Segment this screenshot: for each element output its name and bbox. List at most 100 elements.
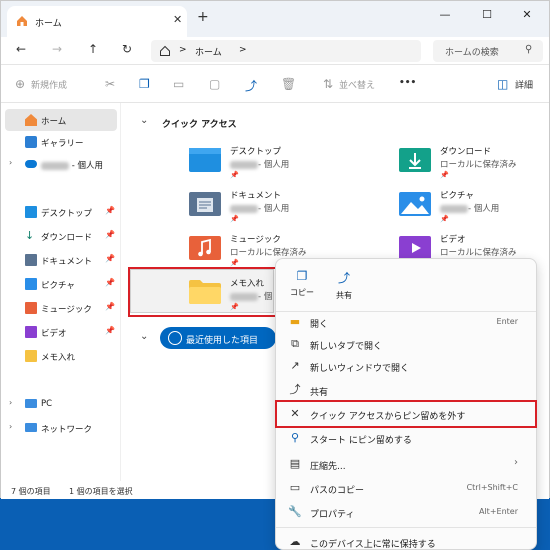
sidebar-item-documents[interactable]: ドキュメント 📌 bbox=[5, 249, 117, 271]
menu-item-open-new-window[interactable]: ↗ 新しいウィンドウで開く bbox=[280, 355, 532, 377]
chevron-right-icon[interactable]: › bbox=[9, 398, 12, 407]
address-bar-row: ← → ↑ ↻ > ホーム > ホームの検索 ⚲ bbox=[1, 37, 549, 65]
pin-icon: 📌 bbox=[440, 171, 449, 179]
sidebar-item-label: ミュージック bbox=[41, 305, 92, 315]
sidebar-item-desktop[interactable]: デスクトップ 📌 bbox=[5, 201, 117, 223]
folder-downloads[interactable]: ダウンロード ローカルに保存済み 📌 bbox=[398, 141, 550, 185]
chevron-down-icon[interactable]: ⌄ bbox=[140, 115, 148, 126]
close-window-button[interactable]: ✕ bbox=[507, 4, 547, 26]
new-button-label[interactable]: 新規作成 bbox=[31, 78, 67, 91]
redacted-name bbox=[41, 161, 69, 170]
tab-home[interactable]: ホーム ✕ bbox=[7, 6, 187, 37]
sidebar-item-label: ドキュメント bbox=[41, 257, 93, 267]
sidebar-item-label: ピクチャ bbox=[41, 281, 75, 291]
new-tab-icon: ⧉ bbox=[291, 337, 299, 350]
path-separator[interactable]: > bbox=[239, 45, 247, 55]
breadcrumb-home[interactable]: ホーム bbox=[195, 45, 222, 58]
cloud-icon bbox=[25, 160, 37, 168]
sidebar-item-pc[interactable]: › PC bbox=[5, 393, 117, 415]
refresh-button[interactable]: ↻ bbox=[117, 42, 137, 56]
sidebar-item-music[interactable]: ミュージック 📌 bbox=[5, 297, 117, 319]
pin-icon: 📌 bbox=[105, 230, 115, 239]
folder-name: ミュージック bbox=[230, 235, 281, 245]
cut-icon[interactable]: ✂ bbox=[105, 77, 115, 91]
details-pane-icon[interactable]: ◫ bbox=[497, 77, 508, 91]
sidebar-item-network[interactable]: › ネットワーク bbox=[5, 417, 117, 439]
sidebar-item-pictures[interactable]: ピクチャ 📌 bbox=[5, 273, 117, 295]
share-icon[interactable]: ⤴ bbox=[245, 77, 257, 94]
folder-documents[interactable]: ドキュメント - 個人用 📌 bbox=[188, 185, 368, 229]
details-button-label[interactable]: 詳細 bbox=[515, 78, 533, 91]
gallery-icon bbox=[25, 136, 37, 148]
cloud-icon: ☁ bbox=[289, 535, 301, 548]
sidebar-item-label: PC bbox=[41, 399, 53, 409]
folder-name: ピクチャ bbox=[440, 191, 474, 201]
folder-open-icon: ▬ bbox=[289, 315, 301, 328]
sidebar-item-downloads[interactable]: ↓ ダウンロード 📌 bbox=[5, 225, 117, 247]
title-bar: ホーム ✕ + — ☐ ✕ bbox=[1, 1, 549, 37]
minimize-button[interactable]: — bbox=[425, 4, 465, 26]
sort-button-label[interactable]: 並べ替え bbox=[339, 78, 375, 91]
sidebar-item-memo[interactable]: メモ入れ bbox=[5, 345, 117, 367]
more-button[interactable]: ••• bbox=[399, 78, 416, 88]
folder-name: デスクトップ bbox=[230, 147, 282, 157]
sidebar-item-home[interactable]: ホーム bbox=[5, 109, 117, 131]
pin-icon: 📌 bbox=[105, 206, 115, 215]
folder-pictures[interactable]: ピクチャ - 個人用 📌 bbox=[398, 185, 550, 229]
up-button[interactable]: ↑ bbox=[83, 42, 103, 56]
folder-name: ドキュメント bbox=[230, 191, 282, 201]
pin-icon: 📌 bbox=[105, 254, 115, 263]
menu-item-share[interactable]: ⤴ 共有 bbox=[280, 379, 532, 401]
sidebar-item-onedrive[interactable]: › - 個人用 bbox=[5, 153, 117, 175]
menu-item-shortcut: Enter bbox=[496, 317, 518, 326]
menu-item-label: プロパティ bbox=[310, 510, 355, 520]
sort-icon[interactable]: ⇅ bbox=[323, 77, 333, 91]
search-input[interactable]: ホームの検索 ⚲ bbox=[433, 40, 543, 62]
chevron-right-icon[interactable]: › bbox=[9, 422, 12, 431]
folder-location: ローカルに保存済み bbox=[440, 160, 517, 170]
home-icon bbox=[25, 114, 37, 126]
folder-location: - 個人用 bbox=[468, 204, 500, 214]
context-copy-label: コピー bbox=[290, 288, 314, 297]
forward-button[interactable]: → bbox=[47, 42, 67, 56]
pin-icon: 📌 bbox=[230, 171, 239, 179]
rename-icon[interactable]: ▢ bbox=[209, 77, 220, 91]
sidebar-item-label: ギャラリー bbox=[41, 139, 84, 149]
paste-icon[interactable]: ▭ bbox=[173, 77, 184, 91]
highlight-box-folder bbox=[128, 267, 278, 317]
recent-items-button[interactable]: 最近使用した項目 bbox=[160, 327, 276, 349]
clock-icon bbox=[168, 331, 182, 345]
zip-icon: ▤ bbox=[289, 457, 301, 470]
back-button[interactable]: ← bbox=[11, 42, 31, 56]
tab-close-icon[interactable]: ✕ bbox=[173, 13, 182, 26]
chevron-right-icon: › bbox=[514, 457, 518, 468]
search-placeholder: ホームの検索 bbox=[445, 48, 499, 58]
pin-icon: 📌 bbox=[230, 259, 239, 267]
chevron-down-icon[interactable]: ⌄ bbox=[140, 331, 148, 342]
new-icon[interactable]: ⊕ bbox=[15, 77, 25, 91]
copy-icon[interactable]: ❐ bbox=[139, 77, 150, 91]
delete-icon[interactable]: 🗑 bbox=[281, 77, 296, 91]
maximize-button[interactable]: ☐ bbox=[467, 4, 507, 26]
section-title-quick-access[interactable]: クイック アクセス bbox=[162, 117, 237, 130]
folder-desktop[interactable]: デスクトップ - 個人用 📌 bbox=[188, 141, 368, 185]
folder-name: ビデオ bbox=[440, 235, 466, 245]
menu-item-compress[interactable]: ▤ 圧縮先... › bbox=[280, 453, 532, 475]
address-bar[interactable]: > ホーム > bbox=[151, 40, 421, 62]
folder-location: - 個人用 bbox=[258, 160, 290, 170]
menu-item-open[interactable]: ▬ 開く Enter bbox=[280, 311, 532, 333]
context-copy-button[interactable]: ❐ コピー bbox=[282, 265, 322, 305]
pin-icon: 📌 bbox=[105, 302, 115, 311]
copy-path-icon: ▭ bbox=[289, 481, 301, 494]
context-share-button[interactable]: ⤴ 共有 bbox=[324, 265, 364, 305]
menu-item-copy-path[interactable]: ▭ パスのコピー Ctrl+Shift+C bbox=[280, 477, 532, 499]
menu-item-pin-start[interactable]: ⚲ スタート にピン留めする bbox=[280, 427, 532, 449]
menu-item-properties[interactable]: 🔧 プロパティ Alt+Enter bbox=[280, 501, 532, 523]
menu-item-keep-on-device[interactable]: ☁ このデバイス上に常に保持する bbox=[280, 531, 532, 550]
menu-item-open-new-tab[interactable]: ⧉ 新しいタブで開く bbox=[280, 333, 532, 355]
sidebar-item-gallery[interactable]: ギャラリー bbox=[5, 131, 117, 153]
sidebar-item-videos[interactable]: ビデオ 📌 bbox=[5, 321, 117, 343]
new-tab-button[interactable]: + bbox=[197, 9, 209, 25]
network-icon bbox=[25, 423, 37, 432]
chevron-right-icon[interactable]: › bbox=[9, 158, 12, 167]
